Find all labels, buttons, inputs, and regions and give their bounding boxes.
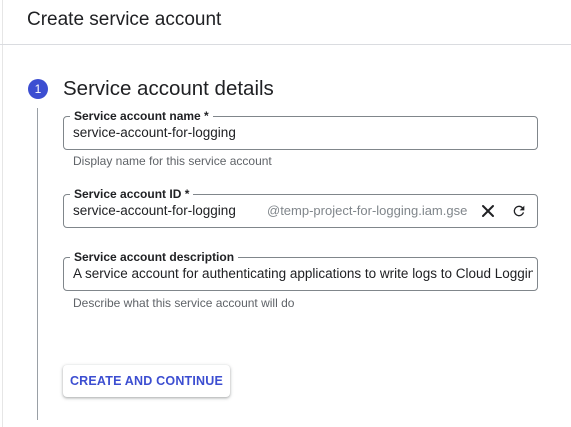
service-account-description-input[interactable]: A service account for authenticating app… (73, 258, 533, 290)
service-account-name-input[interactable]: service-account-for-logging (73, 117, 236, 149)
create-service-account-page: Create service account 1 Service account… (0, 0, 571, 427)
service-account-id-field[interactable]: Service account ID * service-account-for… (63, 187, 538, 228)
service-account-name-field[interactable]: Service account name * service-account-f… (63, 109, 538, 150)
service-account-id-input[interactable]: service-account-for-logging (73, 195, 236, 227)
left-divider (2, 0, 3, 427)
service-account-id-domain-suffix: @temp-project-for-logging.iam.gse (267, 203, 468, 218)
create-and-continue-button[interactable]: CREATE AND CONTINUE (63, 365, 230, 397)
page-header: Create service account (0, 0, 571, 45)
page-title: Create service account (27, 9, 222, 30)
service-account-description-field[interactable]: Service account description A service ac… (63, 250, 538, 291)
refresh-icon[interactable] (508, 200, 530, 222)
step-title: Service account details (63, 77, 274, 100)
step-connector-line (37, 108, 38, 420)
service-account-description-hint: Describe what this service account will … (73, 296, 295, 310)
step-number-badge: 1 (28, 79, 48, 99)
close-icon[interactable] (477, 200, 499, 222)
service-account-name-hint: Display name for this service account (73, 154, 272, 168)
